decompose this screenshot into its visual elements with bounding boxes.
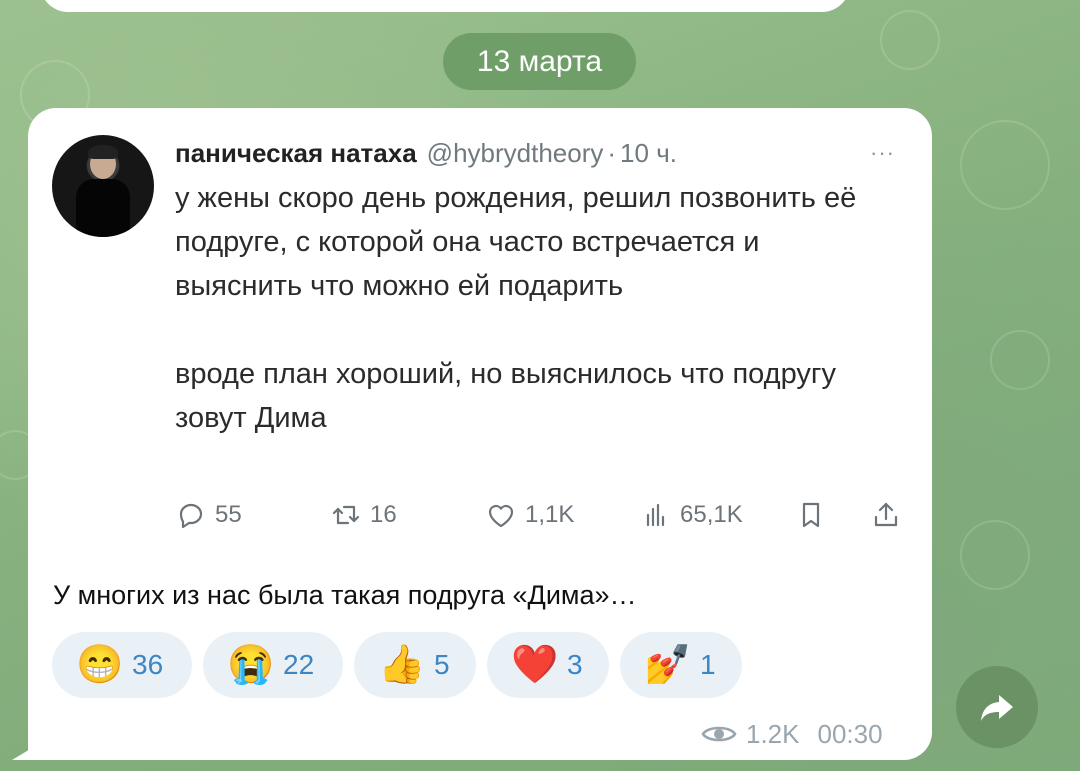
separator-dot: ·	[607, 137, 617, 168]
reaction-heart[interactable]: ❤️ 3	[487, 632, 609, 698]
reaction-count: 5	[434, 649, 450, 680]
author-handle: @hybrydtheory	[426, 137, 604, 168]
tweet-text: у жены скоро день рождения, решил позвон…	[175, 176, 875, 440]
reaction-count: 3	[567, 649, 583, 680]
crying-face-icon: 😭	[227, 644, 275, 686]
reaction-nail-polish[interactable]: 💅 1	[620, 632, 742, 698]
bar-chart-icon	[646, 503, 665, 527]
views-action: 65,1K	[640, 497, 743, 533]
wallpaper-doodle	[960, 120, 1050, 210]
message-caption: У многих из нас была такая подруга «Дима…	[53, 580, 637, 610]
wallpaper-doodle	[880, 10, 940, 70]
tweet-time: 10 ч.	[620, 137, 677, 168]
view-count: 1.2K	[746, 718, 800, 749]
reply-count: 55	[215, 501, 242, 528]
reaction-cry[interactable]: 😭 22	[203, 632, 343, 698]
date-separator: 13 марта	[443, 33, 636, 90]
red-heart-icon: ❤️	[511, 644, 559, 686]
eye-icon	[701, 726, 737, 742]
wallpaper-doodle	[960, 520, 1030, 590]
message-time: 00:30	[817, 718, 883, 749]
tweet-actions: 55 16 1,1K 65,1K	[175, 497, 905, 533]
reaction-count: 36	[132, 649, 164, 680]
tweet-paragraph: у жены скоро день рождения, решил позвон…	[175, 182, 857, 302]
message-meta: 1.2K 00:30	[700, 716, 883, 752]
reaction-thumbs-up[interactable]: 👍 5	[354, 632, 476, 698]
tweet-header: паническая натаха @hybrydtheory · 10 ч.	[175, 138, 677, 168]
views-count: 65,1K	[680, 501, 743, 528]
like-count: 1,1K	[525, 501, 575, 528]
reaction-count: 22	[283, 649, 315, 680]
retweet-count: 16	[370, 501, 397, 528]
retweet-action: 16	[330, 497, 397, 533]
nail-polish-icon: 💅	[644, 644, 692, 686]
grinning-face-icon: 😁	[76, 644, 124, 686]
reaction-grin[interactable]: 😁 36	[52, 632, 192, 698]
share-action	[870, 497, 910, 533]
bookmark-icon	[802, 502, 820, 528]
tweet-paragraph: вроде план хороший, но выяснилось что по…	[175, 358, 836, 434]
retweet-icon	[332, 505, 360, 525]
forward-arrow-icon	[981, 695, 1013, 721]
like-action: 1,1K	[485, 497, 574, 533]
previous-message-bubble[interactable]	[40, 0, 850, 12]
heart-icon	[488, 504, 514, 528]
author-name: паническая натаха	[175, 137, 417, 168]
bookmark-action	[795, 497, 835, 533]
more-options-icon: ···	[870, 140, 895, 165]
forward-button[interactable]	[956, 666, 1038, 748]
thumbs-up-icon: 👍	[378, 644, 426, 686]
tweet-screenshot[interactable]: паническая натаха @hybrydtheory · 10 ч. …	[52, 130, 902, 560]
share-icon	[874, 502, 898, 527]
wallpaper-doodle	[990, 330, 1050, 390]
reply-icon	[179, 503, 203, 529]
reply-action: 55	[175, 497, 242, 533]
reaction-count: 1	[700, 649, 716, 680]
avatar	[52, 135, 154, 237]
